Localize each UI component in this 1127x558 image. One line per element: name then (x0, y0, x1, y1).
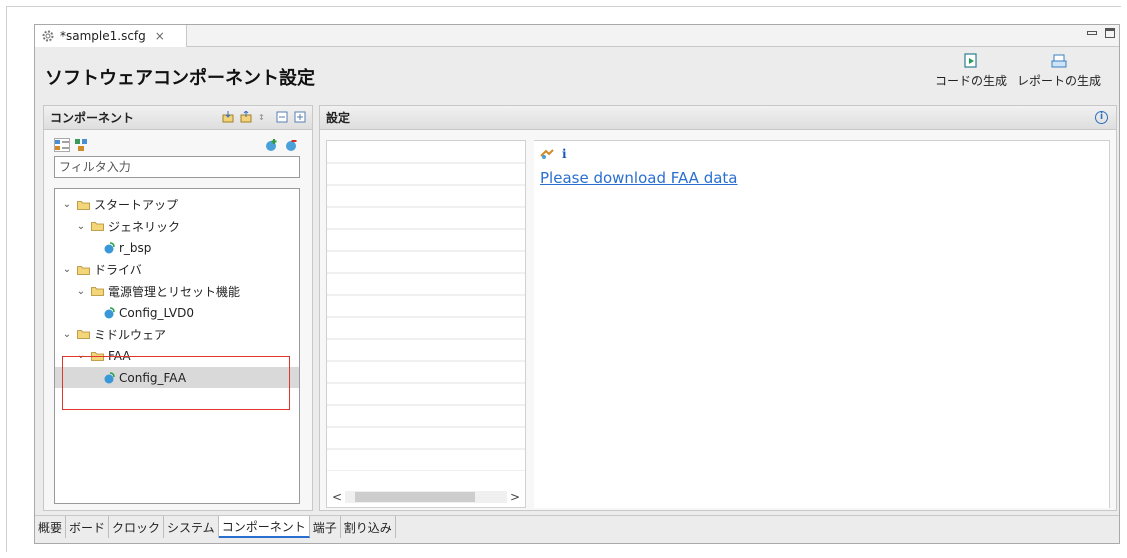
minimize-icon[interactable] (1087, 31, 1097, 35)
component-panel-title: コンポーネント (50, 111, 135, 125)
bottom-tab[interactable]: クロック (109, 516, 165, 538)
bottom-tab[interactable]: 端子 (310, 516, 341, 538)
generate-report-label: レポートの生成 (1017, 74, 1102, 88)
chevron-down-icon[interactable]: ⌄ (61, 264, 73, 275)
editor-tab-label: *sample1.scfg (60, 29, 146, 43)
bottom-tab-bar: 概要 ボード クロック システム コンポーネント 端子 割り込み (35, 515, 1119, 541)
tree-folder[interactable]: ⌄ ドライバ (55, 259, 299, 281)
tree-item-label: r_bsp (119, 240, 152, 255)
tree-item-label: ジェネリック (108, 219, 181, 234)
tree-item-label: スタートアップ (94, 198, 179, 213)
export-icon[interactable] (240, 111, 252, 123)
tree-folder[interactable]: ⌄ スタートアップ (55, 194, 299, 216)
tree-component[interactable]: Config_LVD0 (55, 302, 299, 324)
gear-icon (42, 30, 54, 42)
scroll-left-icon[interactable]: < (329, 490, 345, 504)
svg-text:↕: ↕ (258, 113, 265, 122)
tree-folder[interactable]: ⌄ ジェネリック (55, 216, 299, 238)
folder-icon (77, 330, 90, 340)
folder-icon (91, 287, 104, 297)
component-icon (104, 242, 115, 254)
chevron-down-icon[interactable]: ⌄ (61, 329, 73, 340)
window-controls (1087, 28, 1115, 38)
tree-item-label: 電源管理とリセット機能 (108, 284, 241, 299)
expand-all-icon[interactable] (294, 111, 306, 123)
tree-item-label: Config_LVD0 (119, 305, 194, 320)
component-panel-header: コンポーネント ↕ (44, 106, 312, 130)
tree-folder[interactable]: ⌄ 電源管理とリセット機能 (55, 280, 299, 302)
generate-code-icon (964, 53, 977, 68)
filter-input[interactable] (54, 156, 300, 178)
view-mode-tabs (54, 138, 90, 152)
component-tree: ⌄ スタートアップ ⌄ ジェネリック r_bsp ⌄ ドライバ ⌄ 電源管理とリセット機能 Con… (54, 188, 300, 504)
add-component-icon[interactable] (264, 138, 278, 152)
bottom-tab[interactable]: 概要 (35, 516, 67, 538)
bottom-tab[interactable]: ボード (66, 516, 110, 538)
maximize-icon[interactable] (1105, 28, 1115, 38)
bottom-tab[interactable]: コンポーネント (218, 516, 310, 538)
generate-code-button[interactable]: コードの生成 (935, 53, 1007, 89)
remove-component-icon[interactable] (284, 138, 298, 152)
chevron-down-icon[interactable]: ⌄ (75, 221, 87, 232)
tree-item-label: ドライバ (94, 263, 142, 278)
list-gridlines (327, 162, 525, 471)
generate-report-button[interactable]: レポートの生成 (1017, 53, 1101, 89)
page-header: ソフトウェアコンポーネント設定 コードの生成 レポートの生成 (35, 48, 1119, 95)
info-letter-icon: i (562, 147, 567, 161)
editor-frame: *sample1.scfg × ソフトウェアコンポーネント設定 コードの生成 レ… (34, 24, 1120, 544)
bottom-tab[interactable]: 割り込み (341, 516, 396, 538)
folder-icon (77, 265, 90, 275)
folder-icon (91, 222, 104, 232)
download-faa-link[interactable]: Please download FAA data (540, 169, 738, 187)
type-view-icon[interactable] (74, 138, 90, 152)
settings-list: < > (326, 140, 526, 508)
detail-toolbar: i (540, 147, 567, 161)
settings-panel-title: 設定 (326, 111, 351, 125)
settings-panel: 設定 i < > i Please download FAA data (319, 105, 1117, 511)
sort-icon[interactable]: ↕ (258, 111, 270, 123)
configure-icon[interactable] (540, 148, 554, 160)
chevron-down-icon[interactable]: ⌄ (75, 286, 87, 297)
settings-panel-header: 設定 i (320, 106, 1116, 130)
page-title: ソフトウェアコンポーネント設定 (45, 68, 315, 89)
scroll-track[interactable] (345, 491, 507, 503)
generate-report-icon (1051, 54, 1067, 68)
component-panel: コンポーネント ↕ ⌄ スタートアップ ⌄ ジェネリック r_bsp ⌄ ドライバ ⌄ 電源管理… (43, 105, 313, 511)
bottom-tab[interactable]: システム (164, 516, 219, 538)
highlight-box (62, 356, 290, 410)
category-view-icon[interactable] (54, 138, 70, 152)
component-toolbar: ↕ (222, 111, 306, 123)
component-actions (264, 138, 298, 152)
chevron-down-icon[interactable]: ⌄ (61, 199, 73, 210)
scroll-right-icon[interactable]: > (507, 490, 523, 504)
info-icon[interactable]: i (1095, 111, 1108, 124)
folder-icon (77, 200, 90, 210)
editor-tab-sample1[interactable]: *sample1.scfg × (35, 25, 187, 47)
collapse-all-icon[interactable] (276, 111, 288, 123)
tree-item-label: ミドルウェア (94, 327, 167, 342)
import-icon[interactable] (222, 111, 234, 123)
generate-code-label: コードの生成 (935, 74, 1008, 88)
close-icon[interactable]: × (155, 29, 165, 43)
tree-component[interactable]: r_bsp (55, 237, 299, 259)
tree-folder[interactable]: ⌄ ミドルウェア (55, 324, 299, 346)
editor-tab-bar: *sample1.scfg × (35, 25, 1119, 47)
component-icon (104, 307, 115, 319)
horizontal-scrollbar[interactable]: < > (329, 489, 523, 505)
settings-detail: i Please download FAA data (534, 140, 1110, 508)
scroll-thumb[interactable] (355, 492, 475, 502)
